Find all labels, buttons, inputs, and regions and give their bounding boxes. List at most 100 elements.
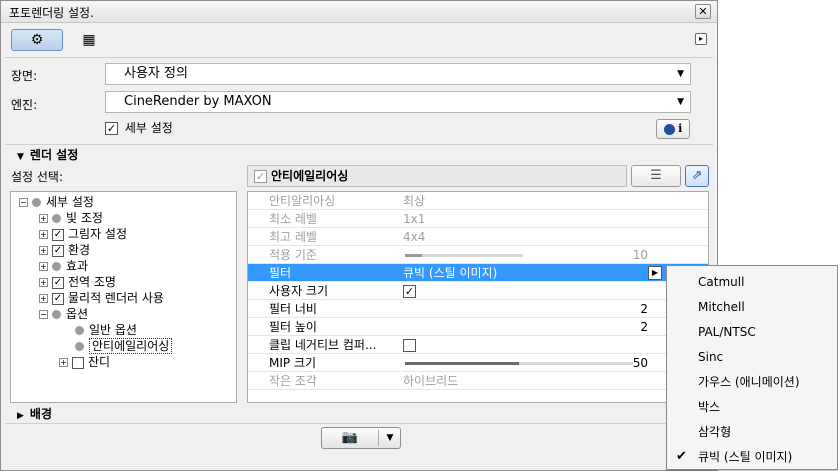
row-key: 클립 네거티브 컴퍼...	[269, 338, 377, 352]
table-row[interactable]: 클립 네거티브 컴퍼...	[248, 336, 708, 354]
tree-item-label: 일반 옵션	[89, 323, 137, 337]
camera-icon: 📷	[341, 430, 359, 445]
tree-item[interactable]: + 효과	[39, 258, 88, 274]
info-icon: i	[678, 122, 683, 135]
tree-item[interactable]: + ✓ 그림자 설정	[39, 226, 127, 242]
tree-item[interactable]: 일반 옵션	[75, 322, 137, 338]
table-row[interactable]: 안티알리아싱 최상	[248, 192, 708, 210]
table-row[interactable]: MIP 크기 50	[248, 354, 708, 372]
settings-tab-view[interactable]: ▦	[77, 31, 101, 49]
expand-icon[interactable]: +	[39, 278, 48, 287]
slider-fill	[405, 254, 422, 257]
tree-item[interactable]: + 빛 조정	[39, 210, 103, 226]
checkbox-checked[interactable]: ✓	[52, 228, 64, 241]
table-row[interactable]: 작은 조각 하이브리드	[248, 372, 708, 390]
export-button[interactable]: ⇗	[685, 165, 709, 187]
tree-item[interactable]: + ✓ 전역 조명	[39, 274, 116, 290]
close-button[interactable]: ✕	[695, 4, 711, 19]
mip-size-slider[interactable]	[405, 362, 633, 365]
row-value[interactable]: 2	[640, 318, 648, 336]
menu-item[interactable]: 가우스 (애니메이션)	[668, 370, 836, 394]
row-value[interactable]: 2	[640, 300, 648, 318]
detail-settings-checkbox[interactable]: ✓ 세부 설정	[105, 120, 173, 136]
render-options-caret[interactable]: ▼	[380, 428, 400, 448]
render-button[interactable]: 📷 ▼	[321, 427, 401, 449]
filter-dropdown-button[interactable]: ▶	[648, 266, 662, 280]
tree-item[interactable]: + ✓ 물리적 렌더러 사용	[39, 290, 164, 306]
checkbox-checked[interactable]: ✓	[403, 285, 416, 298]
triangle-right-icon: ▶	[17, 411, 24, 421]
checkbox-checked[interactable]: ✓	[105, 122, 118, 135]
menu-item[interactable]: 박스	[668, 395, 836, 419]
expand-icon[interactable]: +	[39, 262, 48, 271]
tree-item-label: 안티에일리어싱	[89, 338, 173, 354]
engine-dropdown[interactable]: CineRender by MAXON ▼	[105, 91, 691, 113]
scene-label: 장면:	[11, 69, 38, 83]
checkbox-unchecked[interactable]	[72, 356, 84, 369]
row-key: 작은 조각	[269, 374, 317, 388]
row-value: 50	[632, 356, 648, 370]
tree-item-selected[interactable]: 안티에일리어싱	[75, 338, 173, 354]
table-row-selected[interactable]: 필터 큐빅 (스틸 이미지) ▶	[248, 264, 708, 282]
menu-item-label: Catmull	[698, 275, 745, 289]
engine-value: CineRender by MAXON	[124, 94, 272, 109]
menu-item[interactable]: Catmull	[668, 270, 836, 294]
expand-icon[interactable]: +	[39, 214, 48, 223]
tree-item[interactable]: + ✓ 환경	[39, 242, 90, 258]
checkbox-checked[interactable]: ✓	[52, 244, 64, 257]
tree-item-label: 잔디	[88, 355, 111, 369]
scene-value: 사용자 정의	[124, 66, 188, 81]
list-view-button[interactable]: ☰	[631, 165, 681, 187]
button-divider	[378, 430, 379, 446]
background-section-header[interactable]: ▶ 배경	[17, 405, 52, 422]
row-value: 1x1	[403, 212, 426, 226]
table-row[interactable]: 최소 레벨 1x1	[248, 210, 708, 228]
node-dot-icon	[75, 326, 84, 335]
photorendering-settings-window: 포토렌더링 설정. ✕ ⚙ ▦ ▸ 장면: 사용자 정의 ▼ 엔진: CineR…	[0, 0, 718, 471]
menu-item-label: Sinc	[698, 350, 724, 364]
tree-item[interactable]: + 잔디	[59, 354, 110, 370]
table-row[interactable]: 적용 기준 10	[248, 246, 708, 264]
tree-item[interactable]: − 옵션	[39, 306, 88, 322]
row-value: 큐빅 (스틸 이미지)	[403, 266, 498, 280]
settings-tab-gear[interactable]: ⚙	[11, 29, 63, 51]
table-row[interactable]: 최고 레벨 4x4	[248, 228, 708, 246]
expand-icon[interactable]: +	[59, 358, 68, 367]
menu-item-label: 큐빅 (스틸 이미지)	[698, 450, 793, 464]
tree-root[interactable]: − 세부 설정	[19, 194, 94, 210]
render-settings-header[interactable]: ▼ 렌더 설정	[17, 146, 78, 163]
menu-item[interactable]: Sinc	[668, 345, 836, 369]
collapse-icon[interactable]: −	[19, 198, 28, 207]
menu-item[interactable]: 삼각형	[668, 420, 836, 444]
checkbox-checked[interactable]: ✓	[52, 276, 64, 289]
expand-icon[interactable]: +	[39, 230, 48, 239]
menu-item-label: 가우스 (애니메이션)	[698, 375, 800, 389]
expand-icon[interactable]: +	[39, 246, 48, 255]
detail-settings-label: 세부 설정	[124, 121, 173, 135]
menu-item[interactable]: Mitchell	[668, 295, 836, 319]
row-key: 필터 너비	[269, 302, 317, 316]
menu-item[interactable]: PAL/NTSC	[668, 320, 836, 344]
menu-item-selected[interactable]: ✔ 큐빅 (스틸 이미지)	[668, 445, 836, 469]
node-dot-icon	[75, 342, 84, 351]
custom-size-checkbox[interactable]: ✓	[403, 282, 416, 300]
panel-checkbox[interactable]: ✓	[254, 170, 267, 183]
table-row[interactable]: 필터 높이 2	[248, 318, 708, 336]
triangle-down-icon: ▼	[17, 152, 24, 162]
slider-fill	[405, 362, 519, 365]
scene-dropdown[interactable]: 사용자 정의 ▼	[105, 63, 691, 85]
collapse-icon[interactable]: −	[39, 310, 48, 319]
checkbox-checked[interactable]: ✓	[52, 292, 64, 305]
table-row[interactable]: 사용자 크기 ✓	[248, 282, 708, 300]
more-arrow-button[interactable]: ▸	[695, 33, 707, 45]
menu-item-label: PAL/NTSC	[698, 325, 756, 339]
apply-threshold-slider[interactable]	[405, 254, 523, 257]
engine-info-button[interactable]: i	[656, 119, 690, 139]
clip-negative-checkbox[interactable]	[403, 336, 416, 354]
tree-item-label: 그림자 설정	[68, 227, 128, 241]
expand-icon[interactable]: +	[39, 294, 48, 303]
row-value: 최상	[403, 194, 426, 208]
table-row[interactable]: 필터 너비 2	[248, 300, 708, 318]
background-header-label: 배경	[29, 407, 53, 421]
checkbox-unchecked[interactable]	[403, 339, 416, 352]
